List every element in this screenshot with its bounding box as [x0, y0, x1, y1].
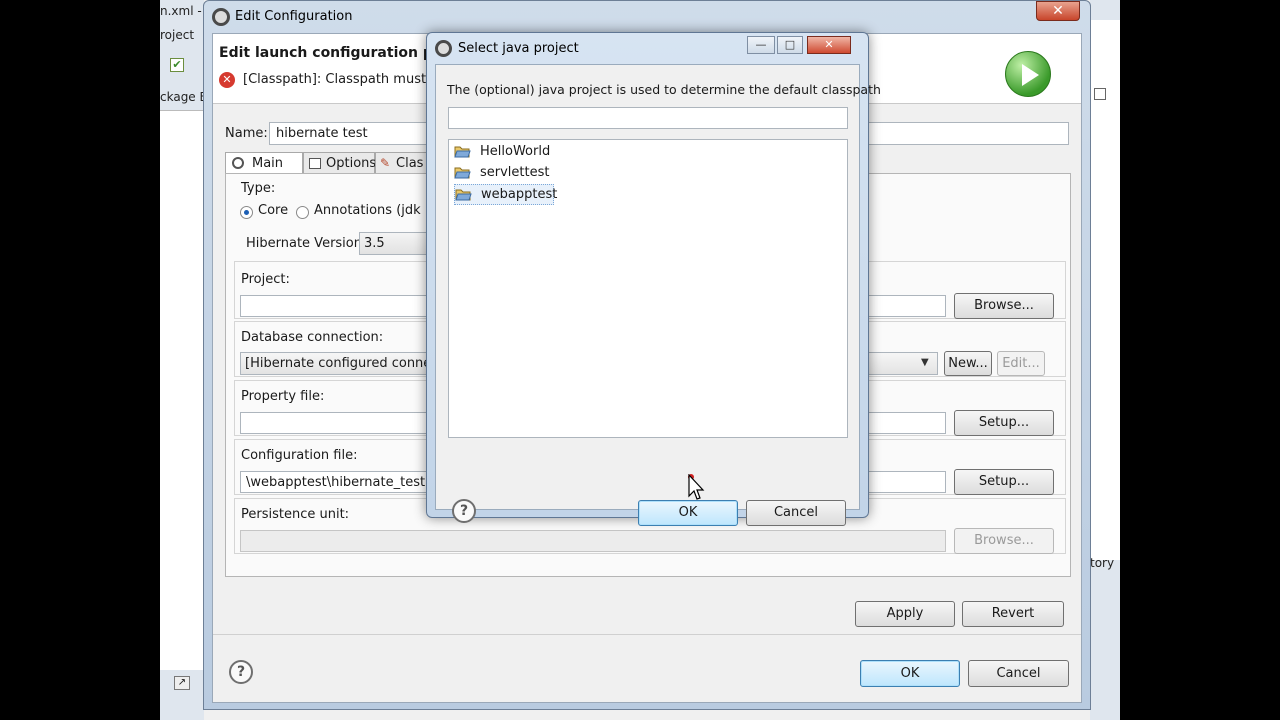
property-file-label: Property file: [241, 389, 325, 404]
project-folder-icon [454, 146, 471, 158]
run-icon [1005, 51, 1051, 97]
background-tab-fragment: n.xml - [160, 4, 202, 18]
options-tab-icon [309, 158, 321, 169]
cancel-button[interactable]: Cancel [968, 660, 1069, 687]
name-label: Name: [225, 126, 268, 141]
list-item[interactable]: HelloWorld [454, 142, 574, 163]
type-label: Type: [241, 181, 276, 196]
error-icon: ✕ [219, 72, 235, 88]
check-icon: ✔ [170, 58, 184, 72]
dialog-title: Select java project [458, 41, 579, 56]
select-java-project-dialog: Select java project — □ ✕ The (optional)… [426, 32, 881, 526]
link-icon: ↗ [174, 676, 190, 690]
main-tab-icon [232, 157, 244, 169]
background-right-panel [1090, 20, 1120, 560]
db-connection-value: [Hibernate configured connect [245, 356, 444, 371]
type-annotations-label: Annotations (jdk 1. [314, 203, 438, 218]
type-annotations-radio[interactable] [296, 206, 309, 219]
gear-icon [435, 40, 452, 57]
apply-button[interactable]: Apply [855, 601, 955, 627]
background-history-fragment: tory [1090, 556, 1115, 570]
project-name: HelloWorld [480, 144, 551, 159]
dialog-close-button[interactable]: ✕ [807, 36, 851, 54]
hibernate-version-select[interactable]: 3.5 [359, 232, 429, 255]
project-folder-icon [454, 167, 471, 179]
hibernate-version-value: 3.5 [364, 236, 385, 251]
dialog-ok-label: OK [678, 505, 698, 520]
hibernate-version-label: Hibernate Version: [246, 236, 367, 251]
gear-icon [212, 8, 230, 26]
dialog-titlebar[interactable]: Select java project — □ ✕ [427, 33, 868, 64]
project-folder-icon [455, 189, 472, 201]
project-name: webapptest [481, 187, 558, 202]
footer-divider [213, 634, 1081, 635]
dialog-cancel-button[interactable]: Cancel [746, 500, 846, 526]
config-file-value: \webapptest\hibernate_test.cfg [246, 475, 450, 490]
project-filter-input[interactable] [448, 107, 848, 129]
persistence-unit-browse-button[interactable]: Browse... [954, 528, 1054, 554]
project-label: Project: [241, 272, 290, 287]
close-button[interactable]: ✕ [1036, 1, 1080, 21]
dropdown-arrow-icon: ▼ [921, 357, 929, 368]
persistence-unit-field[interactable] [240, 530, 946, 552]
tab-main[interactable]: Main [225, 152, 303, 174]
db-connection-label: Database connection: [241, 330, 384, 345]
project-list[interactable]: HelloWorld servlettest webapptest [448, 139, 848, 438]
error-message: [Classpath]: Classpath must be [243, 72, 447, 87]
list-item-selected[interactable]: webapptest [454, 184, 558, 205]
maximize-button[interactable]: □ [777, 36, 803, 54]
tab-options[interactable]: Options [303, 152, 377, 174]
db-new-button[interactable]: New... [944, 351, 992, 376]
ok-button[interactable]: OK [860, 660, 960, 687]
edit-configuration-titlebar[interactable]: Edit Configuration ✕ [204, 1, 1090, 33]
tab-options-label: Options [326, 156, 377, 171]
minimize-button[interactable]: — [747, 36, 775, 54]
name-value: hibernate test [276, 126, 368, 141]
persistence-unit-label: Persistence unit: [241, 507, 350, 522]
dialog-help-icon[interactable]: ? [452, 499, 476, 523]
project-browse-button[interactable]: Browse... [954, 293, 1054, 319]
list-item[interactable]: servlettest [454, 163, 574, 184]
config-file-label: Configuration file: [241, 448, 358, 463]
property-file-setup-button[interactable]: Setup... [954, 410, 1054, 436]
type-core-label: Core [258, 203, 289, 218]
tab-main-label: Main [252, 156, 284, 171]
play-triangle-icon [1022, 64, 1039, 86]
mouse-cursor-icon [688, 474, 705, 500]
dialog-message: The (optional) java project is used to d… [447, 82, 881, 97]
type-core-radio[interactable] [240, 206, 253, 219]
edit-configuration-title: Edit Configuration [235, 9, 353, 24]
header-title: Edit launch configuration prop [219, 45, 460, 61]
project-name: servlettest [480, 165, 550, 180]
classpath-tab-icon: ✎ [380, 156, 391, 170]
dialog-client: The (optional) java project is used to d… [435, 64, 881, 526]
maximize-view-icon[interactable] [1094, 88, 1106, 100]
revert-button[interactable]: Revert [962, 601, 1064, 627]
background-package-panel [160, 110, 204, 670]
background-project-fragment: roject [160, 28, 195, 42]
config-file-setup-button[interactable]: Setup... [954, 469, 1054, 495]
help-icon[interactable]: ? [229, 660, 253, 684]
db-edit-button[interactable]: Edit... [997, 351, 1045, 376]
tab-classpath-label: Clas [396, 156, 424, 171]
